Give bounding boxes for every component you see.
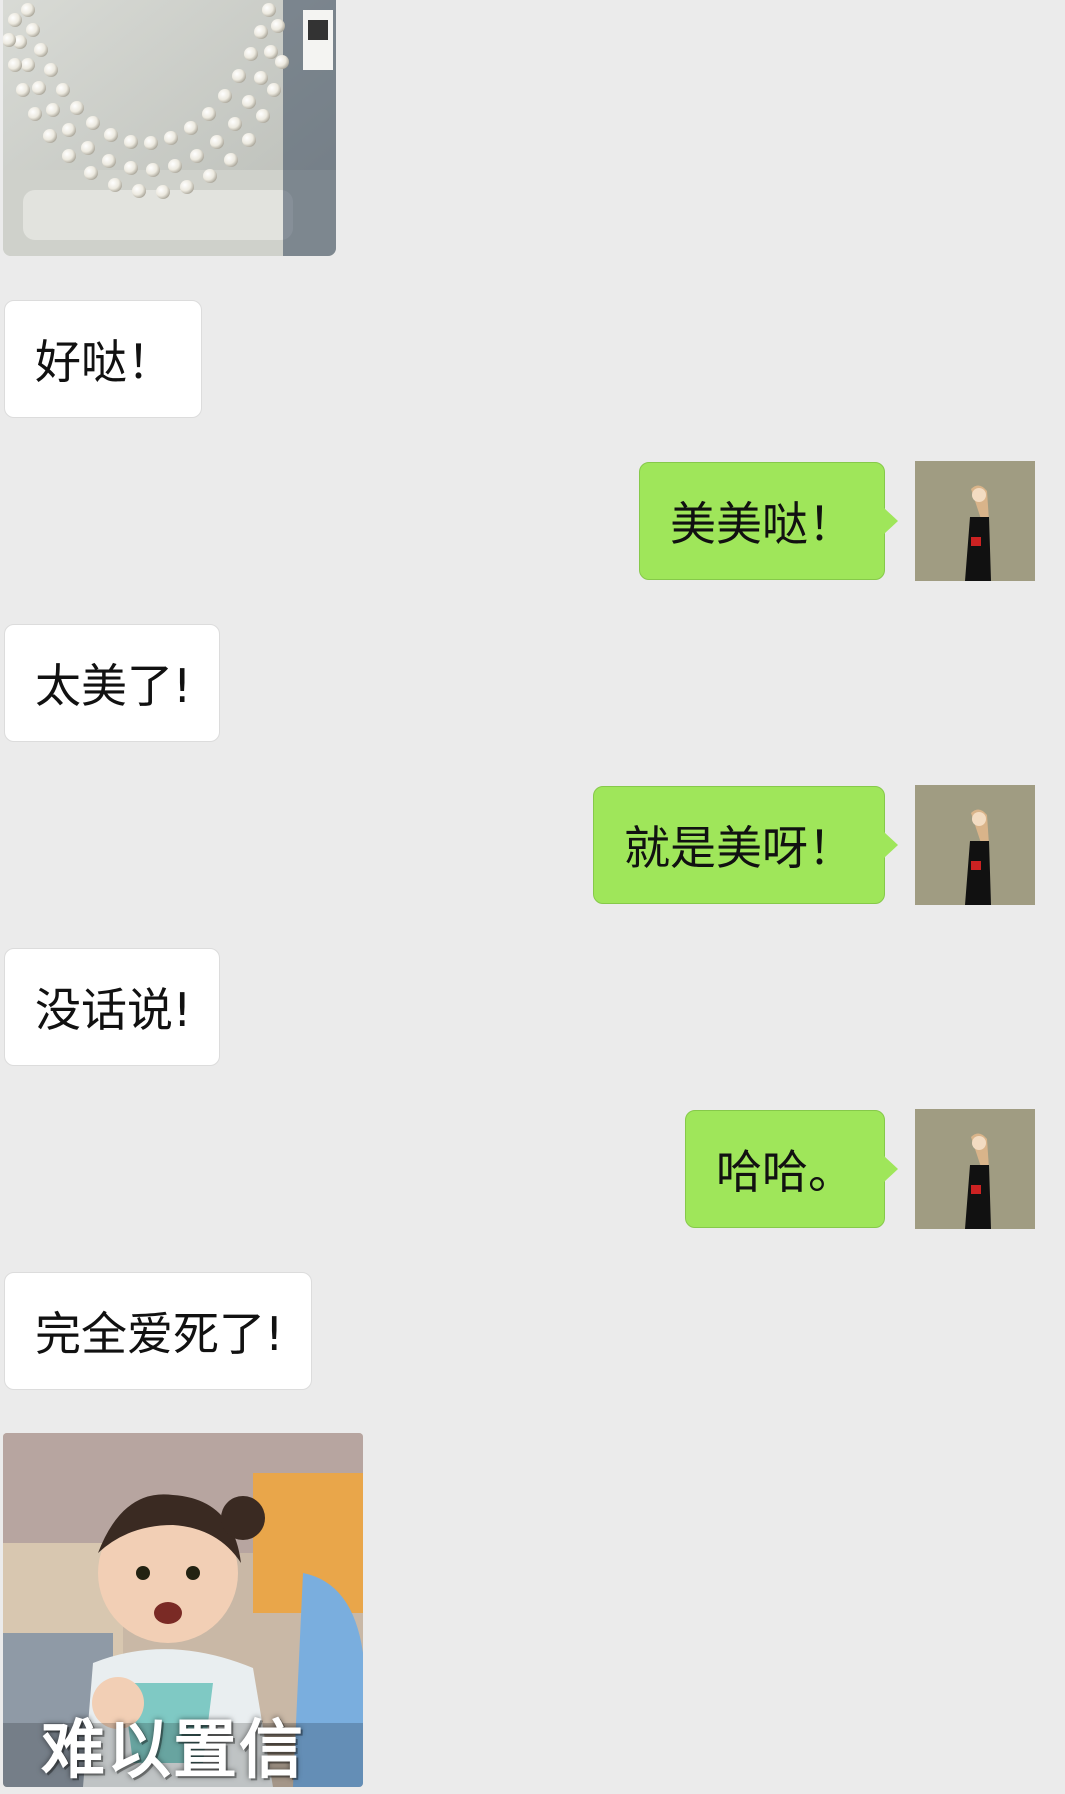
user-avatar[interactable] — [915, 1109, 1035, 1229]
message-text: 完全爱死了! — [35, 1307, 284, 1361]
user-avatar[interactable] — [915, 785, 1035, 905]
incoming-message-bubble[interactable]: 好哒！ — [4, 300, 202, 418]
incoming-message-bubble[interactable]: 没话说! — [4, 948, 221, 1066]
user-avatar[interactable] — [915, 461, 1035, 581]
pearl-necklace-image[interactable] — [3, 0, 336, 256]
outgoing-message-bubble[interactable]: 美美哒！ — [639, 462, 898, 580]
outgoing-message-bubble[interactable]: 就是美呀！ — [593, 786, 898, 904]
baby-sticker-image[interactable]: 难以置信 — [3, 1433, 363, 1787]
incoming-message-bubble[interactable]: 完全爱死了! — [4, 1272, 313, 1390]
outgoing-message-bubble[interactable]: 哈哈。 — [685, 1110, 898, 1228]
chat-conversation: 好哒！ 美美哒！ 太美了! 就是美呀！ 没话说! 哈哈。 完全爱死了! 难以置信 — [0, 0, 1065, 1794]
message-text: 就是美呀！ — [624, 821, 854, 875]
sticker-caption: 难以置信 — [41, 1714, 305, 1787]
message-text: 美美哒！ — [670, 497, 854, 551]
message-text: 哈哈。 — [716, 1145, 854, 1199]
message-text: 没话说! — [35, 983, 192, 1037]
message-text: 好哒！ — [35, 335, 173, 389]
message-text: 太美了! — [35, 659, 192, 713]
incoming-message-bubble[interactable]: 太美了! — [4, 624, 221, 742]
